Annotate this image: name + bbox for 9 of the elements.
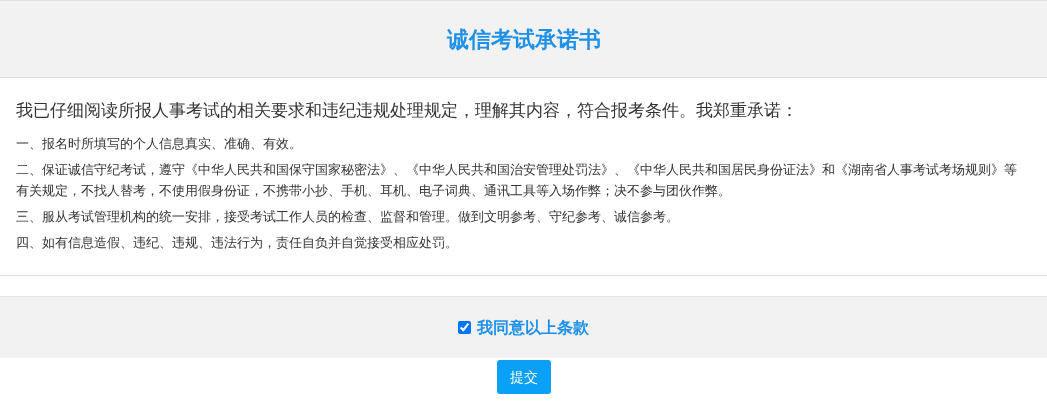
agree-checkbox[interactable]	[458, 321, 471, 334]
pledge-item: 一、报名时所填写的个人信息真实、准确、有效。	[16, 135, 303, 153]
pledge-item: 三、服从考试管理机构的统一安排，接受考试工作人员的检查、监督和管理。做到文明参考、守纪参考、诚信参考。	[16, 208, 680, 226]
page-title: 诚信考试承诺书	[446, 25, 601, 54]
pledge-item: 四、如有信息造假、违纪、违规、违法行为，责任自负并自觉接受相应处罚。	[16, 234, 459, 252]
intro-text: 我已仔细阅读所报人事考试的相关要求和违纪违规处理规定，理解其内容，符合报考条件。我郑重承诺：	[16, 99, 799, 122]
submit-button[interactable]: 提交	[496, 360, 551, 394]
pledge-item: 二、保证诚信守纪考试，遵守《中华人民共和国保守国家秘密法》、《中华人民共和国治安管理处罚法》、《中华人民共和国居民身份证法》和《湖南省人事考试考场规则》等有关规定，不找人替考，不使用假身份证，不携带小抄、手机、耳机、电子词典、通讯工具等入场作弊；决不参与团伙作弊。	[16, 161, 1018, 200]
agree-label: 我同意以上条款	[477, 316, 589, 339]
